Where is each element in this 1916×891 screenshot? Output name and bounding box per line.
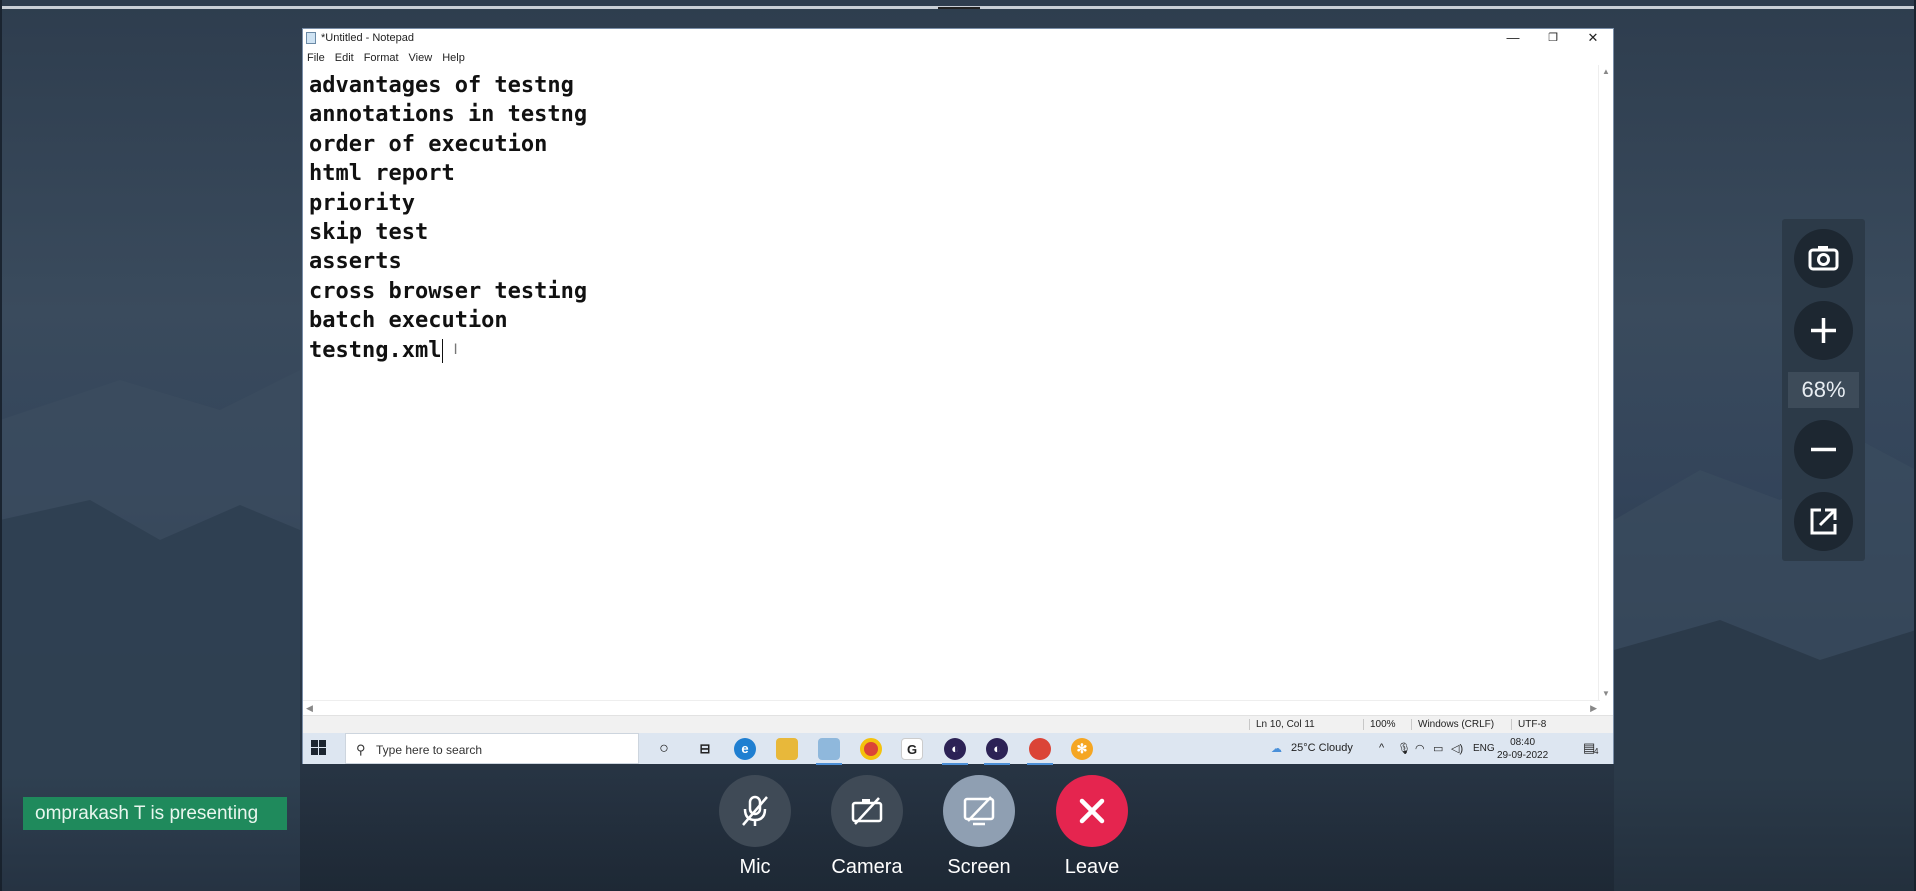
text-line: html report [309, 161, 455, 187]
zoom-out-button[interactable] [1794, 420, 1853, 479]
taskbar-search-box[interactable]: ⚲ Type here to search [345, 733, 639, 764]
notepad-statusbar: Ln 10, Col 11 100% Windows (CRLF) UTF-8 [303, 715, 1613, 733]
text-line: testng.xml [309, 337, 442, 363]
notepad-taskbar-icon[interactable] [816, 738, 842, 765]
mic-tray-icon[interactable]: 🎙 [1397, 742, 1411, 755]
popout-icon [1810, 508, 1837, 535]
ibeam-cursor-icon: I [453, 341, 458, 358]
notepad-text-area[interactable]: advantages of testng annotations in test… [303, 65, 1600, 700]
volume-icon[interactable]: ◁) [1451, 742, 1463, 755]
mic-off-icon [742, 795, 768, 826]
cursor-position: Ln 10, Col 11 [1249, 719, 1315, 730]
notepad-window: *Untitled - Notepad — ❐ ✕ File Edit Format… [302, 28, 1614, 765]
tray-chevron-icon[interactable]: ^ [1379, 742, 1384, 754]
zoom-level: 68% [1788, 372, 1859, 408]
close-icon [1079, 798, 1105, 824]
text-line: skip test [309, 220, 429, 246]
snapshot-button[interactable] [1794, 229, 1853, 288]
zoom-in-icon [1811, 318, 1836, 343]
text-caret [442, 338, 444, 363]
text-line: asserts [309, 249, 402, 275]
popout-button[interactable] [1794, 492, 1853, 551]
taskbar-clock[interactable]: 08:40 29-09-2022 [1497, 736, 1548, 762]
menu-file[interactable]: File [303, 50, 330, 64]
weather-icon: ☁ [1271, 743, 1282, 755]
zoom-in-button[interactable] [1794, 301, 1853, 360]
camera-icon [1808, 246, 1839, 271]
mic-label: Mic [739, 856, 771, 878]
google-app-icon[interactable]: G [901, 738, 923, 760]
text-line: advantages of testng [309, 73, 574, 98]
notepad-titlebar[interactable]: *Untitled - Notepad — ❐ ✕ [303, 29, 1613, 48]
scroll-down-icon[interactable]: ▼ [1602, 689, 1610, 698]
screen-share-off-icon [963, 796, 995, 826]
menu-help[interactable]: Help [437, 50, 470, 64]
notification-count: 4 [1594, 747, 1599, 756]
battery-icon[interactable]: ▭ [1433, 742, 1443, 755]
text-line: batch execution [309, 308, 508, 334]
encoding-status: UTF-8 [1511, 719, 1546, 730]
search-placeholder: Type here to search [376, 743, 483, 757]
notepad-menubar: File Edit Format View Help [303, 48, 1613, 65]
eclipse-icon-2[interactable]: ◐ [984, 738, 1010, 765]
share-drag-handle[interactable] [938, 7, 980, 9]
text-line: annotations in testng [309, 102, 588, 128]
maximize-button[interactable]: ❐ [1533, 29, 1573, 48]
chrome-icon[interactable] [860, 738, 882, 760]
camera-button[interactable] [831, 775, 903, 847]
screen-label: Screen [947, 856, 1011, 878]
camera-off-icon [851, 797, 883, 825]
eclipse-icon[interactable]: ◐ [942, 738, 968, 765]
line-ending-status: Windows (CRLF) [1411, 719, 1494, 730]
zoom-panel: 68% [1782, 219, 1865, 561]
camera-label: Camera [831, 856, 903, 878]
minimize-button[interactable]: — [1493, 29, 1533, 48]
zoom-out-icon [1811, 447, 1836, 452]
language-indicator[interactable]: ENG [1473, 743, 1495, 754]
vertical-scrollbar[interactable]: ▲ ▼ [1598, 65, 1613, 700]
mic-button[interactable] [719, 775, 791, 847]
weather-text[interactable]: 25°C Cloudy [1291, 742, 1353, 754]
presenter-banner: omprakash T is presenting [23, 797, 287, 830]
text-line: cross browser testing [309, 278, 588, 304]
screen-button[interactable] [943, 775, 1015, 847]
scroll-up-icon[interactable]: ▲ [1602, 67, 1610, 76]
text-line: order of execution [309, 131, 548, 157]
close-button[interactable]: ✕ [1573, 29, 1613, 48]
menu-view[interactable]: View [404, 50, 438, 64]
scroll-right-icon[interactable]: ▶ [1590, 703, 1597, 714]
settings-app-icon[interactable]: ✻ [1071, 738, 1093, 760]
wifi-icon[interactable]: ◠ [1415, 742, 1425, 755]
search-icon: ⚲ [356, 742, 366, 757]
cortana-icon[interactable]: ○ [653, 738, 675, 760]
clock-date: 29-09-2022 [1497, 750, 1549, 761]
chrome-profile-icon[interactable] [1027, 738, 1053, 765]
text-line: priority [309, 190, 415, 216]
task-view-icon[interactable]: ⊟ [694, 738, 716, 760]
leave-label: Leave [1064, 856, 1120, 878]
leave-button[interactable] [1056, 775, 1128, 847]
scroll-left-icon[interactable]: ◀ [306, 703, 313, 714]
horizontal-scrollbar[interactable]: ◀ ▶ [303, 700, 1600, 715]
file-explorer-icon[interactable] [776, 738, 798, 760]
notepad-title: *Untitled - Notepad [321, 32, 414, 44]
edge-icon[interactable]: e [734, 738, 756, 760]
windows-start-icon[interactable] [311, 740, 327, 756]
left-border [0, 0, 2, 891]
clock-time: 08:40 [1510, 737, 1536, 748]
zoom-status: 100% [1363, 719, 1396, 730]
notepad-icon [306, 32, 316, 44]
menu-edit[interactable]: Edit [330, 50, 359, 64]
windows-taskbar: ⚲ Type here to search ○ ⊟ e G ◐ ◐ ✻ ☁ 25… [303, 733, 1613, 765]
menu-format[interactable]: Format [359, 50, 404, 64]
